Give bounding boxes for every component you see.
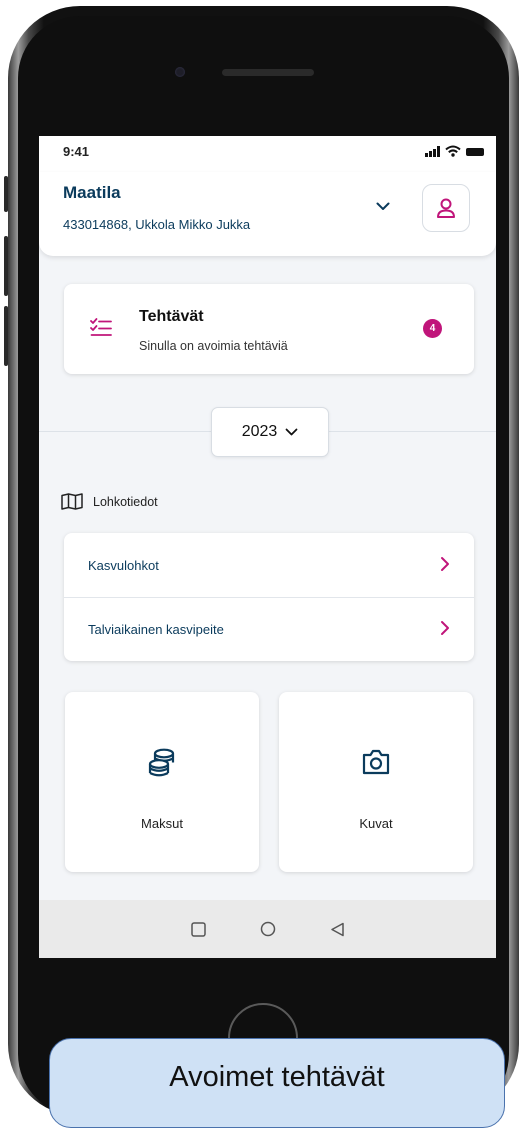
farm-subtitle: 433014868, Ukkola Mikko Jukka xyxy=(63,217,251,232)
list-item-kasvulohkot[interactable]: Kasvulohkot xyxy=(64,533,474,597)
photos-label: Kuvat xyxy=(359,816,393,831)
side-button xyxy=(4,176,8,212)
list-item-label: Kasvulohkot xyxy=(88,557,159,573)
back-icon[interactable] xyxy=(330,922,345,937)
list-item-talviaikainen-kasvipeite[interactable]: Talviaikainen kasvipeite xyxy=(64,597,474,661)
chevron-right-icon xyxy=(441,557,449,571)
coins-icon xyxy=(148,748,175,777)
chevron-down-icon xyxy=(376,202,390,210)
caption-box: Avoimet tehtävät xyxy=(49,1038,505,1128)
camera-icon xyxy=(362,749,390,775)
volume-down-button xyxy=(4,306,8,366)
task-list-icon xyxy=(90,318,112,336)
tile-icon-wrap xyxy=(279,748,473,776)
payments-label: Maksut xyxy=(141,816,183,831)
wifi-icon xyxy=(445,145,461,157)
status-icons xyxy=(425,145,484,157)
plot-info-list: Kasvulohkot Talviaikainen kasvipeite xyxy=(64,533,474,661)
chevron-right-icon xyxy=(441,621,449,635)
farm-selector-toggle[interactable] xyxy=(372,195,394,217)
front-camera xyxy=(175,67,185,77)
tasks-subtitle: Sinulla on avoimia tehtäviä xyxy=(139,339,288,353)
status-time: 9:41 xyxy=(63,144,90,159)
photos-tile[interactable]: Kuvat xyxy=(279,692,473,872)
earpiece-speaker xyxy=(222,69,314,76)
tasks-title: Tehtävät xyxy=(139,308,204,325)
profile-button[interactable] xyxy=(422,184,470,232)
list-item-label: Talviaikainen kasvipeite xyxy=(88,621,224,637)
farm-title: Maatila xyxy=(63,183,121,202)
user-icon xyxy=(437,198,455,218)
chevron-down-icon xyxy=(285,428,298,436)
year-selector[interactable]: 2023 xyxy=(211,407,329,457)
tasks-count-badge: 4 xyxy=(423,319,442,338)
plot-section-label: Lohkotiedot xyxy=(93,494,158,509)
volume-up-button xyxy=(4,236,8,296)
caption-text: Avoimet tehtävät xyxy=(169,1061,385,1093)
tasks-card[interactable]: Tehtävät Sinulla on avoimia tehtäviä 4 xyxy=(64,284,474,374)
recent-apps-icon[interactable] xyxy=(190,921,206,937)
plot-section-header: Lohkotiedot xyxy=(61,493,158,510)
home-icon[interactable] xyxy=(260,921,276,937)
signal-icon xyxy=(425,146,440,157)
map-icon xyxy=(61,493,83,510)
payments-tile[interactable]: Maksut xyxy=(65,692,259,872)
app-header: Maatila 433014868, Ukkola Mikko Jukka xyxy=(39,172,496,256)
app-screen: 9:41 Maatila 433014868, Ukkola Mikko Juk… xyxy=(39,136,496,958)
battery-icon xyxy=(466,148,484,156)
status-bar: 9:41 xyxy=(39,136,496,172)
year-value: 2023 xyxy=(241,423,278,440)
android-nav-bar xyxy=(39,900,496,958)
tile-icon-wrap xyxy=(65,748,259,778)
